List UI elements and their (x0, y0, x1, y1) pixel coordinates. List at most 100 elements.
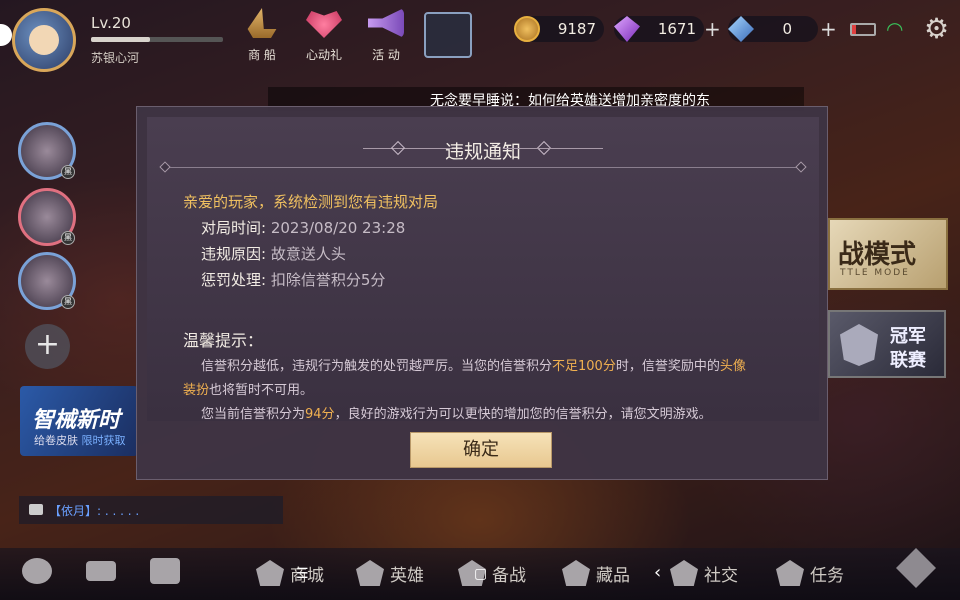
info-key: 违规原因: (201, 245, 267, 263)
gold-coin-icon (514, 16, 540, 42)
nav-label: 商 船 (248, 48, 276, 62)
nav-label: 任务 (810, 566, 844, 586)
penalty-row: 惩罚处理: 扣除信誉积分5分 (201, 269, 385, 290)
system-home-key[interactable]: ▢ (474, 566, 487, 582)
tip-title: 温馨提示： (183, 331, 264, 350)
champion-label-2: 联赛 (890, 350, 926, 371)
dialog-content: 违规通知 亲爱的玩家，系统检测到您有违规对局 对局时间: 2023/08/20 … (147, 117, 819, 422)
player-level: Lv.20 (91, 14, 131, 32)
nav-heart-gift[interactable]: 心动礼 (298, 8, 350, 64)
promo-sub-b: 限时获取 (81, 434, 126, 447)
info-value: 2023/08/20 23:28 (266, 219, 406, 237)
tip-line-3: 您当前信誉积分为94分，良好的游戏行为可以更快的增加您的信誉积分，请您文明游戏。 (201, 403, 712, 422)
xp-bar (91, 37, 223, 42)
friend-avatar[interactable]: 黑 (18, 188, 76, 246)
collection-icon (562, 560, 590, 586)
dialog-title: 违规通知 (444, 141, 521, 163)
friend-avatar[interactable]: 黑 (18, 122, 76, 180)
social-icon (670, 560, 698, 586)
promo-banner[interactable]: 智械新时 给卷皮肤 限时获取 (20, 386, 138, 456)
info-value: 故意送人头 (266, 245, 346, 263)
shop-icon (256, 560, 284, 586)
promo-subtitle: 给卷皮肤 限时获取 (34, 432, 126, 448)
nav-merchant-ship[interactable]: 商 船 (236, 8, 288, 64)
tip-highlight: 装扮 (183, 383, 210, 398)
player-name: 苏银心河 (91, 51, 140, 65)
match-time-row: 对局时间: 2023/08/20 23:28 (201, 217, 405, 238)
ship-icon (247, 8, 277, 38)
nav-label: 备战 (492, 566, 526, 586)
blue-gem-icon (728, 16, 754, 42)
chat-preview[interactable]: 【依月】: . . . . . (19, 496, 283, 524)
promo-title: 智械新时 (32, 408, 121, 433)
horn-icon (368, 8, 404, 38)
chat-text: 【依月】: . . . . . (49, 504, 140, 518)
nav-events[interactable]: 活 动 (360, 8, 412, 64)
tip-text: 信誉积分越低，违规行为触发的处罚越严厉。当您的信誉积分 (201, 359, 553, 374)
wifi-icon: ◠ (886, 17, 904, 41)
tip-text: ，良好的游戏行为可以更快的增加您的信誉积分，请您文明游戏。 (334, 407, 712, 422)
friend-status-badge: 黑 (61, 165, 75, 179)
tip-highlight: 94分 (305, 407, 335, 422)
chat-bubble-icon (29, 504, 43, 515)
promo-sub-a: 给卷皮肤 (34, 434, 78, 447)
gear-icon[interactable]: ⚙ (924, 12, 949, 45)
gold-currency: 9187 (514, 16, 604, 42)
add-purple-gem-button[interactable]: + (704, 15, 721, 43)
purple-gem-icon (614, 16, 640, 42)
champion-label-1: 冠军 (890, 326, 926, 347)
tip-highlight: 不足100分 (552, 359, 616, 374)
mail-icon[interactable] (86, 561, 116, 581)
nav-label: 活 动 (372, 48, 400, 62)
battery-icon (850, 23, 876, 36)
violation-notice-dialog: 违规通知 亲爱的玩家，系统检测到您有违规对局 对局时间: 2023/08/20 … (136, 106, 828, 480)
nav-label: 社交 (704, 566, 738, 586)
tip-line-1: 信誉积分越低，违规行为触发的处罚越严厉。当您的信誉积分不足100分时，信誉奖励中… (201, 355, 746, 374)
nav-label: 藏品 (596, 566, 630, 586)
friend-status-badge: 黑 (61, 231, 75, 245)
league-emblem-icon (840, 324, 878, 366)
tip-line-2: 装扮也将暂时不可用。 (183, 379, 313, 398)
friend-status-badge: 黑 (61, 295, 75, 309)
nav-label: 英雄 (390, 566, 424, 586)
battle-mode-title: 战模式 (838, 240, 917, 270)
top-bar: Lv.20 苏银心河 商 船 心动礼 活 动 9187 1671 + 0 + ◠… (0, 0, 960, 72)
system-back-key[interactable]: ‹ (654, 562, 661, 583)
title-divider (165, 167, 801, 168)
gift-pack-icon[interactable] (424, 12, 472, 58)
xp-fill (91, 37, 151, 42)
battery-level (852, 25, 856, 34)
heart-gift-icon (306, 11, 342, 38)
tip-highlight: 头像 (719, 359, 746, 374)
hero-icon (356, 560, 384, 586)
champion-league-card[interactable]: 冠军 联赛 (828, 310, 946, 378)
tip-text: 时，信誉奖励中的 (615, 359, 720, 374)
confirm-button[interactable]: 确定 (410, 432, 552, 468)
battle-mode-subtitle: TTLE MODE (840, 268, 910, 278)
backpack-icon[interactable] (150, 558, 180, 584)
purple-gem-amount: 1671 (657, 20, 696, 38)
info-key: 惩罚处理: (201, 271, 267, 289)
tip-text: 您当前信誉积分为 (201, 407, 306, 422)
friend-avatar[interactable]: 黑 (18, 252, 76, 310)
player-avatar[interactable] (12, 8, 76, 72)
avatar-face (29, 25, 59, 55)
battle-mode-card[interactable]: 战模式 TTLE MODE (828, 218, 948, 290)
blue-gem-currency: 0 (728, 16, 818, 42)
gold-amount: 9187 (557, 20, 596, 38)
system-menu-key[interactable]: ☰ (296, 566, 309, 582)
tip-text: 也将暂时不可用。 (209, 383, 314, 398)
nav-label: 心动礼 (305, 48, 342, 62)
task-icon (776, 560, 804, 586)
info-key: 对局时间: (201, 219, 267, 237)
violation-reason-row: 违规原因: 故意送人头 (201, 243, 346, 264)
info-value: 扣除信誉积分5分 (266, 271, 386, 289)
friends-icon[interactable] (22, 558, 52, 584)
greeting-text: 亲爱的玩家，系统检测到您有违规对局 (183, 193, 439, 211)
title-decoration-right (503, 148, 603, 149)
add-blue-gem-button[interactable]: + (820, 15, 837, 43)
purple-gem-currency: 1671 (614, 16, 704, 42)
add-friend-button[interactable]: + (25, 324, 70, 369)
blue-gem-amount: 0 (782, 20, 792, 38)
floating-dot[interactable] (0, 24, 12, 46)
